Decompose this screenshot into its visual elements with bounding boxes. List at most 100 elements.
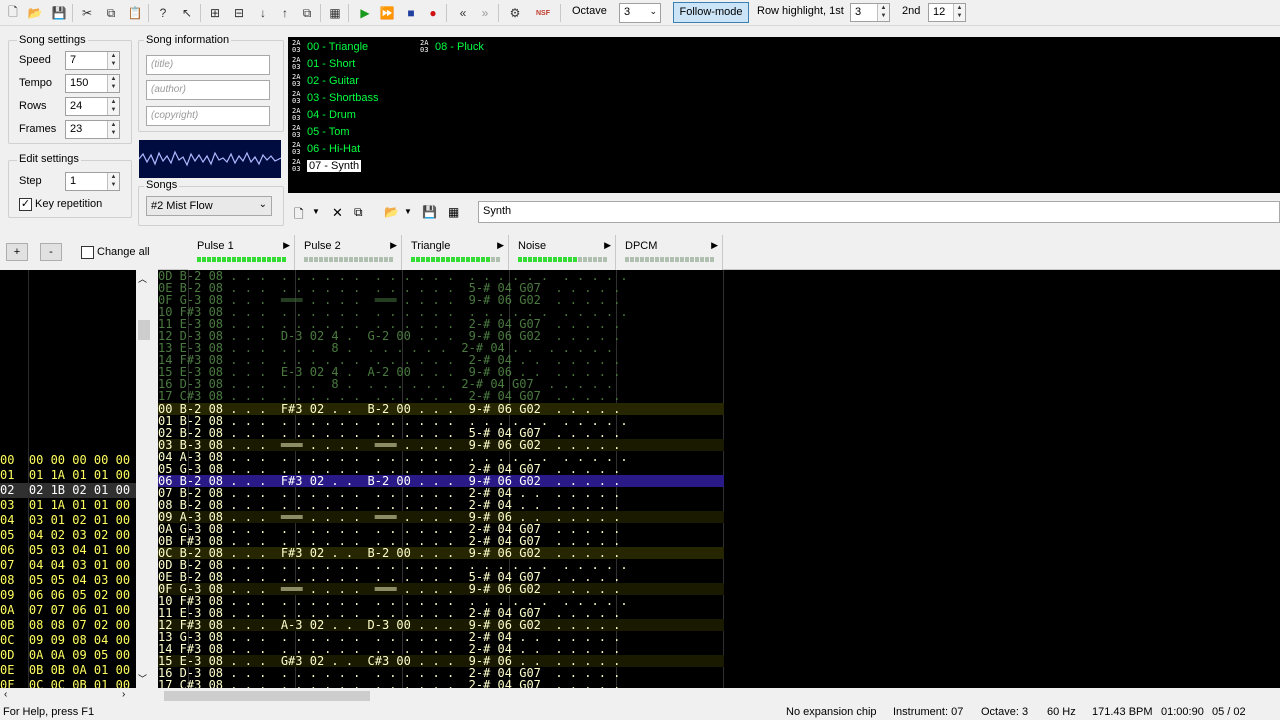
frame-row[interactable]: 0A 07 07 06 01 00: [0, 603, 136, 618]
remove-frame-button[interactable]: -: [40, 243, 62, 261]
previous-track-icon[interactable]: «: [454, 4, 472, 22]
chevron-down-icon[interactable]: ▼: [404, 207, 412, 216]
scrollbar-thumb[interactable]: [138, 320, 150, 340]
module-properties-icon[interactable]: ▦: [326, 4, 344, 22]
channel-header-noise[interactable]: Noise ▶: [509, 235, 616, 270]
stop-icon[interactable]: ■: [402, 4, 420, 22]
spin-arrows-icon[interactable]: ▲ ▼: [107, 121, 119, 138]
tempo-spin[interactable]: 150 ▲ ▼: [65, 74, 120, 93]
chevron-left-icon[interactable]: ‹: [4, 689, 7, 700]
chevron-right-icon[interactable]: ▶: [711, 240, 718, 251]
remove-frame-icon[interactable]: ⊟: [230, 4, 248, 22]
move-frame-down-icon[interactable]: ↓: [254, 4, 272, 22]
author-field[interactable]: (author): [146, 80, 270, 100]
instrument-item[interactable]: 2A 03 02 - Guitar: [292, 73, 359, 88]
speed-spin[interactable]: 7 ▲ ▼: [65, 51, 120, 70]
spin-arrows-icon[interactable]: ▲ ▼: [107, 98, 119, 115]
instrument-item[interactable]: 2A 03 05 - Tom: [292, 124, 350, 139]
frame-row[interactable]: 0B 08 08 07 02 00: [0, 618, 136, 633]
frame-row[interactable]: 09 06 06 05 02 00: [0, 588, 136, 603]
frame-row[interactable]: 02 02 1B 02 01 00: [0, 483, 136, 498]
channel-header-triangle[interactable]: Triangle ▶: [402, 235, 509, 270]
title-field[interactable]: (title): [146, 55, 270, 75]
instrument-item[interactable]: 2A 03 00 - Triangle: [292, 39, 368, 54]
rows-spin[interactable]: 24 ▲ ▼: [65, 97, 120, 116]
open-file-icon[interactable]: 📂: [26, 4, 44, 22]
row-highlight-1st-spin[interactable]: 3 ▲ ▼: [850, 3, 890, 22]
save-instrument-icon[interactable]: 💾: [422, 205, 437, 219]
instrument-item[interactable]: 2A 03 03 - Shortbass: [292, 90, 379, 105]
instrument-list[interactable]: 2A 03 00 - Triangle 2A 03 01 - Short 2A 03 02 - …: [288, 37, 1280, 193]
instrument-name-field[interactable]: Synth: [478, 201, 1280, 223]
paste-icon[interactable]: 📋: [126, 4, 144, 22]
spin-arrows-icon[interactable]: ▲ ▼: [107, 173, 119, 190]
copyright-field[interactable]: (copyright): [146, 106, 270, 126]
chevron-up-icon[interactable]: ︿: [138, 272, 147, 285]
channel-header-pulse-2[interactable]: Pulse 2 ▶: [295, 235, 402, 270]
play-icon[interactable]: ▶: [356, 4, 374, 22]
follow-mode-toggle[interactable]: Follow-mode: [673, 2, 749, 23]
save-icon[interactable]: 💾: [50, 4, 68, 22]
insert-frame-icon[interactable]: ⊞: [206, 4, 224, 22]
frame-scrollbar[interactable]: ︿ ﹀: [136, 270, 152, 688]
edit-instrument-icon[interactable]: ▦: [448, 205, 459, 219]
octave-select[interactable]: 3 ⌄: [619, 3, 661, 23]
key-repetition-checkbox[interactable]: ✓: [19, 198, 32, 211]
nsf-export-icon[interactable]: NSF: [532, 4, 554, 22]
duplicate-frame-icon[interactable]: ⧉: [298, 4, 316, 22]
play-loop-icon[interactable]: ⏩: [378, 4, 396, 22]
channel-header-dpcm[interactable]: DPCM ▶: [616, 235, 723, 270]
pattern-editor[interactable]: 0D B-2 08 . . . . . . . . . . . . . . . …: [158, 270, 1280, 688]
frame-row[interactable]: 0E 0B 0B 0A 01 00: [0, 663, 136, 678]
new-file-icon[interactable]: 🗋: [4, 4, 22, 22]
spin-arrows-icon[interactable]: ▲ ▼: [107, 75, 119, 92]
chevron-right-icon[interactable]: ›: [122, 689, 125, 700]
instrument-item[interactable]: 2A 03 07 - Synth: [292, 158, 362, 173]
settings-icon[interactable]: ⚙: [506, 4, 524, 22]
chevron-right-icon[interactable]: ▶: [390, 240, 397, 251]
spin-arrows-icon[interactable]: ▲ ▼: [107, 52, 119, 69]
frame-list[interactable]: 00 00 00 00 00 00 01 01 1A 01 01 00 02 02 …: [0, 270, 136, 688]
frame-row[interactable]: 00 00 00 00 00 00: [0, 453, 136, 468]
frame-row[interactable]: 0C 09 09 08 04 00: [0, 633, 136, 648]
chevron-right-icon[interactable]: ▶: [283, 240, 290, 251]
move-frame-up-icon[interactable]: ↑: [276, 4, 294, 22]
pattern-row-previous[interactable]: 17 C#3 08 . . . . . . . . . . . . . . . …: [158, 390, 724, 402]
row-highlight-2nd-spin[interactable]: 12 ▲ ▼: [928, 3, 966, 22]
remove-instrument-icon[interactable]: ✕: [332, 205, 343, 221]
frame-row[interactable]: 03 01 1A 01 01 00: [0, 498, 136, 513]
chevron-right-icon[interactable]: ▶: [497, 240, 504, 251]
help-icon[interactable]: ?: [154, 4, 172, 22]
clone-instrument-icon[interactable]: ⧉: [354, 205, 363, 220]
record-icon[interactable]: ●: [424, 4, 442, 22]
instrument-item[interactable]: 2A 03 06 - Hi-Hat: [292, 141, 360, 156]
chevron-down-icon[interactable]: ﹀: [138, 672, 147, 685]
frame-row[interactable]: 08 05 05 04 03 00: [0, 573, 136, 588]
instrument-item[interactable]: 2A 03 04 - Drum: [292, 107, 356, 122]
frame-row[interactable]: 0F 0C 0C 0B 01 00: [0, 678, 136, 688]
chevron-right-icon[interactable]: ▶: [604, 240, 611, 251]
copy-icon[interactable]: ⧉: [102, 4, 120, 22]
next-track-icon[interactable]: »: [476, 4, 494, 22]
frame-row[interactable]: 06 05 03 04 01 00: [0, 543, 136, 558]
add-frame-button[interactable]: +: [6, 243, 28, 261]
frame-row[interactable]: 0D 0A 0A 09 05 00: [0, 648, 136, 663]
scrollbar-thumb[interactable]: [164, 691, 370, 701]
context-help-icon[interactable]: ↖: [178, 4, 196, 22]
frame-row[interactable]: 05 04 02 03 02 00: [0, 528, 136, 543]
new-instrument-icon[interactable]: 🗋: [294, 205, 304, 226]
pattern-hscrollbar[interactable]: [158, 688, 1280, 704]
pattern-row[interactable]: 17 C#3 08 . . . . . . . . . . . . . . . …: [158, 679, 724, 688]
instrument-item[interactable]: 2A 03 08 - Pluck: [420, 39, 484, 54]
load-instrument-icon[interactable]: 📂: [384, 205, 399, 219]
cut-icon[interactable]: ✂: [78, 4, 96, 22]
step-spin[interactable]: 1 ▲ ▼: [65, 172, 120, 191]
change-all-checkbox[interactable]: [81, 246, 94, 259]
frames-spin[interactable]: 23 ▲ ▼: [65, 120, 120, 139]
spin-arrows-icon[interactable]: ▲ ▼: [877, 4, 889, 21]
frame-row[interactable]: 04 03 01 02 01 00: [0, 513, 136, 528]
frame-hscrollbar[interactable]: ‹ ›: [0, 688, 152, 704]
spin-arrows-icon[interactable]: ▲ ▼: [953, 4, 965, 21]
song-select[interactable]: #2 Mist Flow ⌄: [146, 196, 272, 216]
chevron-down-icon[interactable]: ▼: [312, 207, 320, 216]
